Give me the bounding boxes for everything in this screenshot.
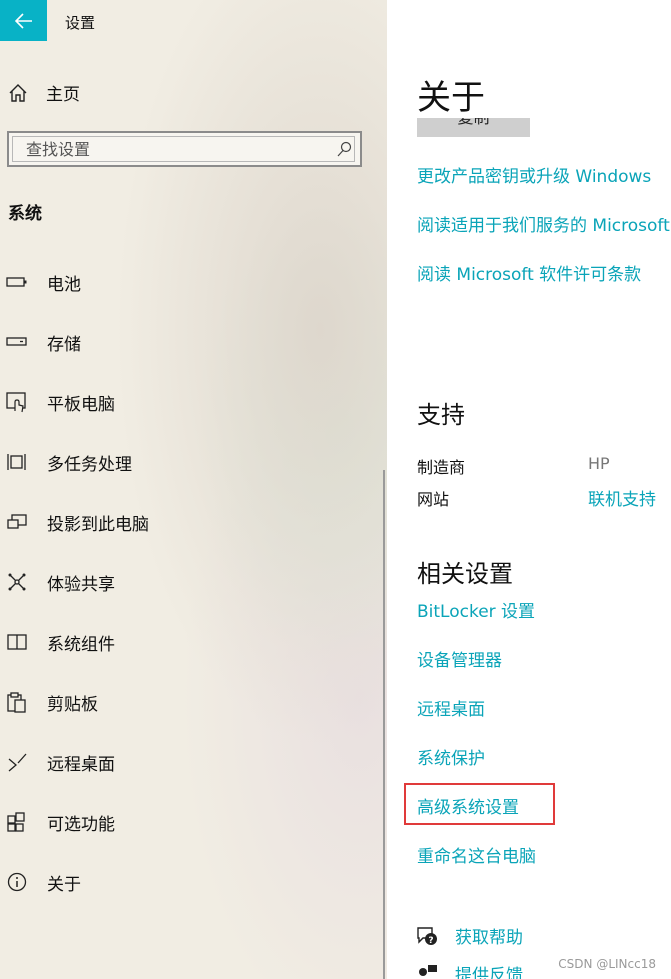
system-components-icon (5, 630, 29, 654)
clipboard-icon (5, 690, 29, 714)
multitasking-icon (5, 450, 29, 474)
home-icon (9, 83, 27, 102)
sidebar-item-optional-features[interactable]: 可选功能 (5, 807, 115, 837)
related-settings-heading: 相关设置 (417, 560, 513, 588)
sidebar-item-label: 存储 (47, 334, 81, 355)
shared-experiences-icon (5, 570, 29, 594)
sidebar-item-label: 系统组件 (47, 634, 115, 655)
remote-desktop-icon (5, 750, 29, 774)
manufacturer-label: 制造商 (417, 458, 466, 477)
sidebar-item-about[interactable]: 关于 (5, 867, 81, 897)
feedback-icon (419, 964, 437, 976)
svg-text:?: ? (428, 936, 433, 946)
get-help-link: 获取帮助 (455, 928, 523, 948)
sidebar-item-label: 关于 (47, 874, 81, 895)
sidebar-item-label: 平板电脑 (47, 394, 115, 415)
home-label: 主页 (46, 85, 80, 105)
sidebar-item-multitasking[interactable]: 多任务处理 (5, 447, 132, 477)
sidebar-item-tablet[interactable]: 平板电脑 (5, 387, 115, 417)
highlight-box (404, 783, 555, 825)
support-heading: 支持 (417, 401, 465, 429)
back-arrow-icon (14, 12, 32, 29)
content-pane: 关于 复制 更改产品密钥或升级 Windows 阅读适用于我们服务的 Micro… (387, 0, 671, 979)
watermark: CSDN @LINcc18 (558, 957, 656, 971)
rename-pc-link[interactable]: 重命名这台电脑 (417, 842, 536, 867)
optional-features-icon (5, 810, 29, 834)
sidebar-item-remote-desktop[interactable]: 远程桌面 (5, 747, 115, 777)
sidebar-item-projecting[interactable]: 投影到此电脑 (5, 507, 149, 537)
sidebar-item-label: 剪贴板 (47, 694, 98, 715)
sidebar-item-clipboard[interactable]: 剪贴板 (5, 687, 98, 717)
sidebar-item-label: 多任务处理 (47, 454, 132, 475)
device-manager-link[interactable]: 设备管理器 (417, 646, 502, 671)
section-title-system: 系统 (8, 204, 42, 224)
services-agreement-link[interactable]: 阅读适用于我们服务的 Microsoft 服务协议 (417, 211, 671, 236)
search-box (7, 131, 362, 167)
sidebar-item-label: 远程桌面 (47, 754, 115, 775)
sidebar-item-label: 可选功能 (47, 814, 115, 835)
nav-scrollbar[interactable] (383, 470, 385, 979)
sidebar-item-label: 电池 (47, 274, 81, 295)
home-nav-item[interactable]: 主页 (8, 80, 80, 105)
system-protection-link[interactable]: 系统保护 (417, 744, 485, 769)
sidebar-item-label: 体验共享 (47, 574, 115, 595)
app-title: 设置 (65, 14, 96, 32)
info-icon (5, 870, 29, 894)
search-icon[interactable] (336, 141, 352, 157)
license-terms-link[interactable]: 阅读 Microsoft 软件许可条款 (417, 260, 641, 285)
get-help-row[interactable]: ? 获取帮助 (415, 923, 523, 948)
page-title: 关于 (417, 78, 485, 118)
copy-button[interactable]: 复制 (417, 118, 530, 137)
remote-desktop-link[interactable]: 远程桌面 (417, 695, 485, 720)
website-label: 网站 (417, 490, 450, 509)
sidebar-item-storage[interactable]: 存储 (5, 327, 81, 357)
feedback-link: 提供反馈 (455, 966, 523, 979)
tablet-icon (5, 390, 29, 414)
feedback-row[interactable]: 提供反馈 (415, 961, 523, 979)
storage-icon (5, 330, 29, 354)
sidebar-item-system-components[interactable]: 系统组件 (5, 627, 115, 657)
navigation-pane: 设置 主页 系统 电池 存储 平板电脑 多任务处 (0, 0, 387, 979)
change-product-key-link[interactable]: 更改产品密钥或升级 Windows (417, 162, 651, 187)
manufacturer-value: HP (588, 454, 610, 473)
online-support-link[interactable]: 联机支持 (588, 485, 656, 510)
sidebar-item-label: 投影到此电脑 (47, 514, 149, 535)
bitlocker-settings-link[interactable]: BitLocker 设置 (417, 597, 535, 622)
back-button[interactable] (0, 0, 47, 41)
sidebar-item-battery[interactable]: 电池 (5, 267, 81, 297)
battery-icon (5, 270, 29, 294)
help-chat-icon: ? (417, 926, 437, 946)
projecting-icon (5, 510, 29, 534)
search-input[interactable] (12, 136, 355, 162)
sidebar-item-shared-experiences[interactable]: 体验共享 (5, 567, 115, 597)
